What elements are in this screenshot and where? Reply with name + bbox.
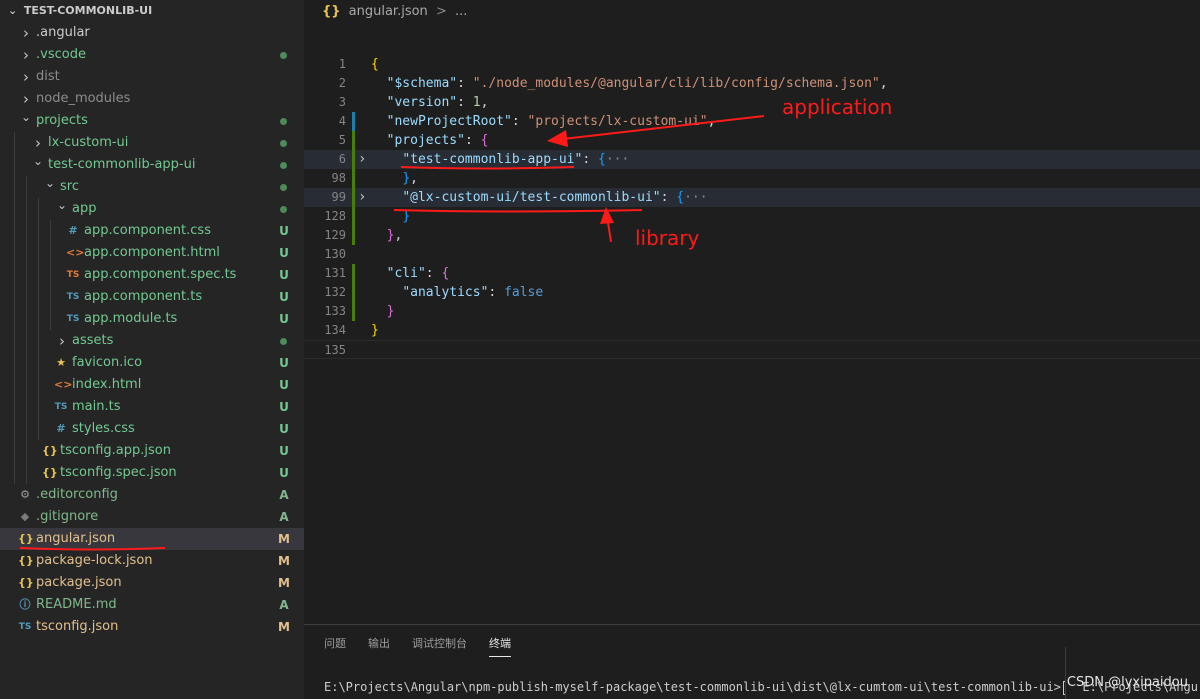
- editor-pane: {} angular.json > ... 1{2 "$schema": "./…: [304, 0, 1200, 624]
- application-arrow-head: [547, 130, 568, 147]
- watermark: CSDN @lyxipaidou: [1066, 675, 1188, 690]
- panel-tab[interactable]: 调试控制台: [412, 635, 467, 656]
- terminal-side-pane[interactable]: E:\Projects\Angu: [1065, 647, 1200, 699]
- sidebar-annotation-underline: [19, 547, 166, 551]
- panel-tabs: 问题 输出 调试控制台 终端: [324, 635, 533, 657]
- application-arrow-line: [553, 115, 765, 141]
- library-arrow-head: [600, 207, 614, 224]
- terminal-output[interactable]: E:\Projects\Angular\npm-publish-myself-p…: [324, 680, 1070, 695]
- panel-tab[interactable]: 问题: [324, 635, 346, 656]
- terminal-prompt: E:\Projects\Angular\npm-publish-myself-p…: [324, 680, 1061, 694]
- panel-tab[interactable]: 终端: [489, 635, 511, 657]
- annotation-strokes: [393, 115, 765, 243]
- application-underline: [400, 166, 575, 170]
- panel-tab[interactable]: 输出: [368, 635, 390, 656]
- bottom-panel: 问题 输出 调试控制台 终端 E:\Projects\Angular\npm-publ…: [304, 624, 1200, 699]
